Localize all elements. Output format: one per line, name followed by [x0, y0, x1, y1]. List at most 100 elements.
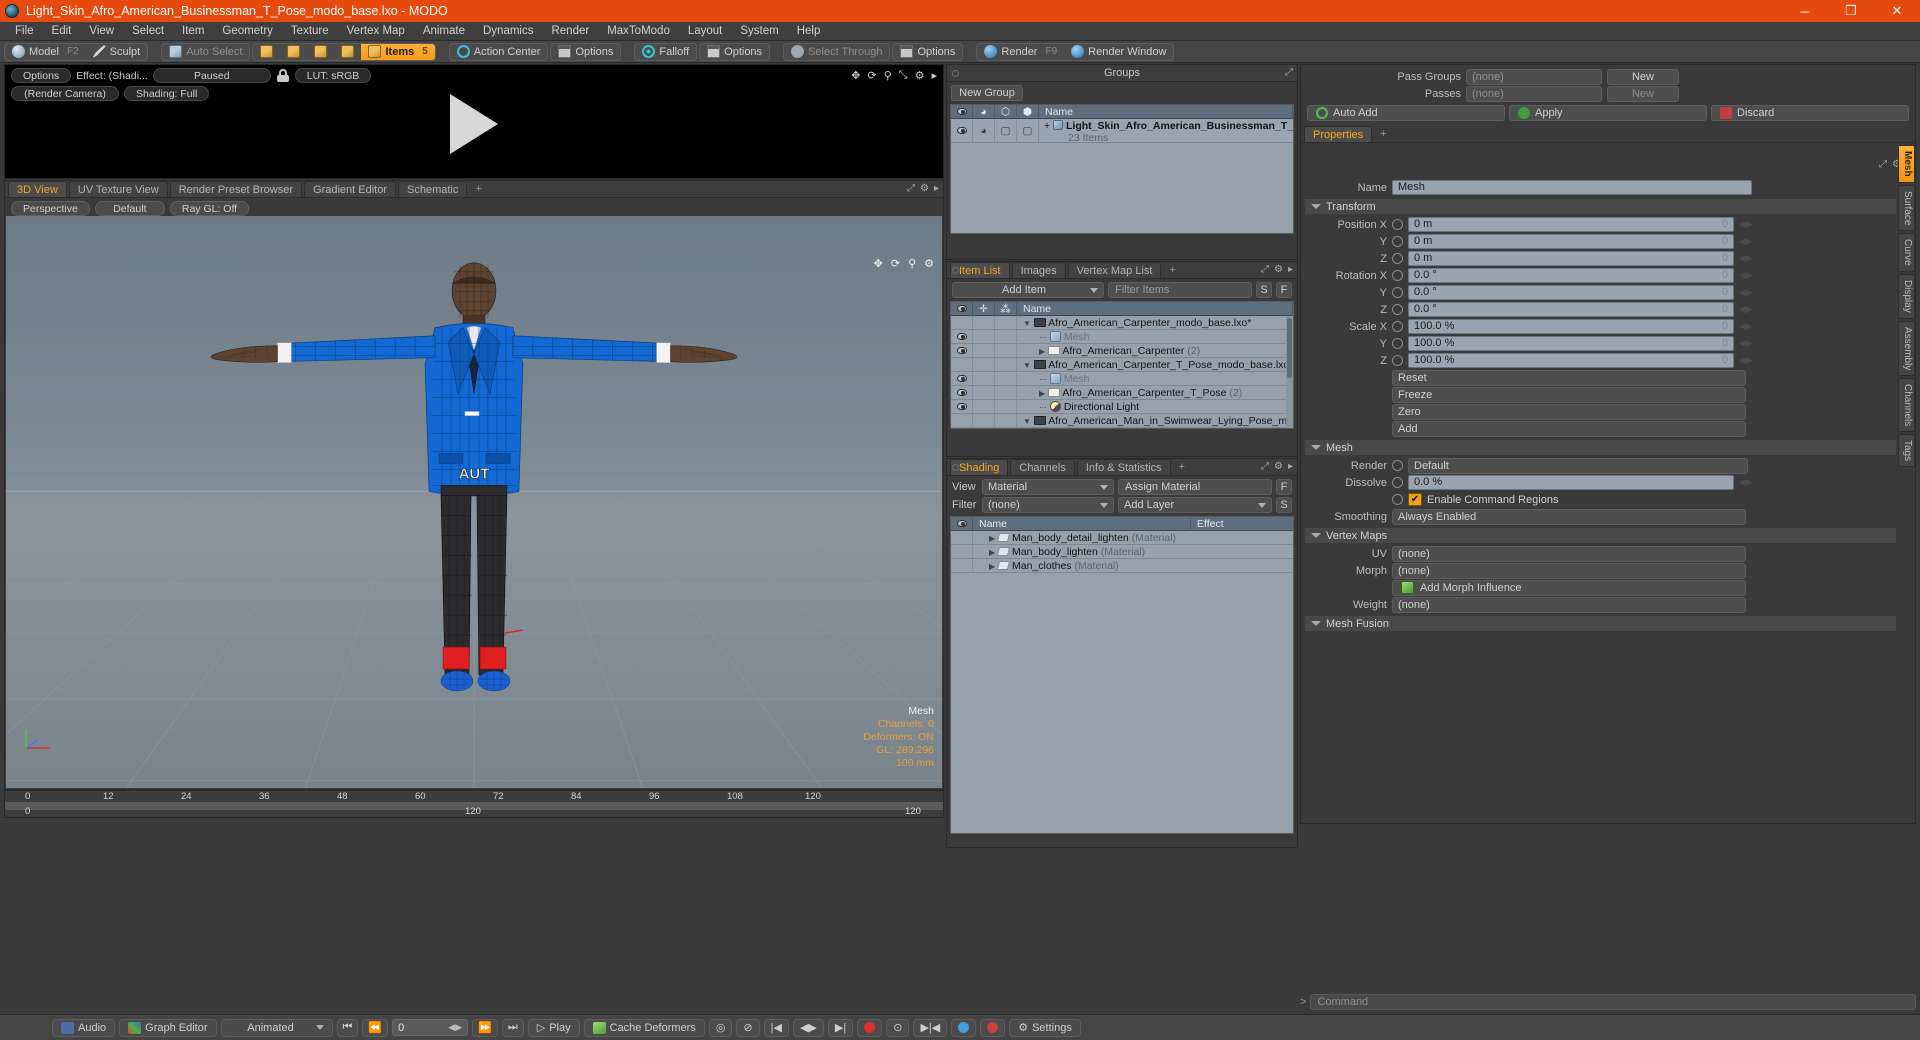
- material-caret-icon[interactable]: ▶: [989, 548, 995, 557]
- menu-item-texture[interactable]: Texture: [282, 22, 338, 41]
- side-tab-channels[interactable]: Channels: [1898, 377, 1915, 433]
- tab-gradient-editor[interactable]: Gradient Editor: [304, 181, 396, 197]
- menu-item-system[interactable]: System: [731, 22, 787, 41]
- group-expand-icon[interactable]: +: [1044, 120, 1050, 132]
- menu-item-view[interactable]: View: [80, 22, 123, 41]
- delete-key-button[interactable]: [980, 1018, 1006, 1037]
- dissolve-spinner-icon[interactable]: ◀▶: [1739, 477, 1753, 488]
- key-toggle-button[interactable]: ◀▶: [792, 1018, 824, 1037]
- position-y-spinner-icon[interactable]: ◀▶: [1739, 236, 1753, 247]
- groups-list[interactable]: ◕ ⬡ ⬢ Name ◕ ▢ ▢ + Light_Skin_Afro_American…: [950, 104, 1294, 234]
- row-shade-toggle[interactable]: ◕: [973, 118, 995, 143]
- position-x-knob-icon[interactable]: [1392, 219, 1403, 230]
- row-visibility-toggle[interactable]: [951, 385, 973, 400]
- item-list-scrollbar[interactable]: [1286, 316, 1293, 428]
- tab-schematic[interactable]: Schematic: [398, 181, 468, 197]
- viewport-3d-canvas[interactable]: AUT ✥ ⟳ ⚲ ⚙ Mesh Channels: 0 Deformers: …: [6, 216, 942, 788]
- scale-z-input[interactable]: 100.0 % 0: [1408, 353, 1734, 368]
- position-z-spinner-icon[interactable]: ◀▶: [1739, 253, 1753, 264]
- row-axis-toggle[interactable]: [995, 413, 1017, 428]
- add-dropdown[interactable]: Add: [1392, 420, 1746, 437]
- material-visibility-toggle[interactable]: [951, 558, 973, 573]
- move-tool-icon[interactable]: ✥: [851, 69, 860, 82]
- materials-mode-button[interactable]: [334, 44, 361, 60]
- viewport-ray-gl-off-button[interactable]: Ray GL: Off: [169, 201, 250, 216]
- key-mode-button[interactable]: ◎: [708, 1018, 733, 1037]
- shading-expand-icon[interactable]: ⤢: [1261, 461, 1269, 472]
- dissolve-knob-icon[interactable]: [1392, 477, 1403, 488]
- row-axis-toggle[interactable]: [995, 399, 1017, 414]
- side-tab-assembly[interactable]: Assembly: [1898, 320, 1915, 376]
- item-list-row[interactable]: ▶ Afro_American_Carpenter (2): [951, 343, 1293, 358]
- scale-y-knob-icon[interactable]: [1392, 338, 1403, 349]
- row-axis-toggle[interactable]: [995, 315, 1017, 330]
- properties-add-tab-button[interactable]: +: [1374, 126, 1392, 142]
- row-lock-toggle[interactable]: [973, 315, 995, 330]
- groups-panel-dot-icon[interactable]: [952, 70, 959, 77]
- material-effect-cell[interactable]: [1191, 559, 1293, 573]
- add-morph-influence-button[interactable]: Add Morph Influence: [1392, 579, 1746, 596]
- item-caret-icon[interactable]: ⋯: [1039, 375, 1047, 384]
- render-options-button[interactable]: Options: [11, 68, 72, 83]
- rotation-x-spinner-icon[interactable]: ◀▶: [1739, 270, 1753, 281]
- item-list-row[interactable]: ⋯ Directional Light: [951, 399, 1293, 414]
- item-list-chevron-icon[interactable]: ▸: [1288, 264, 1293, 275]
- groups-expand-icon[interactable]: ⤢: [1285, 67, 1293, 78]
- cmd-regions-knob-icon[interactable]: [1392, 494, 1403, 505]
- apply-button[interactable]: Apply: [1509, 105, 1707, 121]
- rotation-y-input[interactable]: 0.0 ° 0: [1408, 285, 1734, 300]
- row-lock-toggle[interactable]: [973, 329, 995, 344]
- item-list-row[interactable]: ▼ Afro_American_Man_in_Swimwear_Lying_Po…: [951, 413, 1293, 428]
- shading-gear-icon[interactable]: ⚙: [1274, 461, 1283, 472]
- scale-y-spinner-icon[interactable]: ◀▶: [1739, 338, 1753, 349]
- menu-item-geometry[interactable]: Geometry: [213, 22, 282, 41]
- menu-item-animate[interactable]: Animate: [414, 22, 474, 41]
- autokey-button[interactable]: ⊙: [886, 1018, 910, 1037]
- new-group-button[interactable]: New Group: [951, 85, 1023, 101]
- menu-item-vertex-map[interactable]: Vertex Map: [338, 22, 414, 41]
- tab-vertex-map-list[interactable]: Vertex Map List: [1067, 262, 1162, 278]
- scale-z-knob-icon[interactable]: [1392, 355, 1403, 366]
- businessman-t-pose-model[interactable]: AUT: [6, 216, 942, 788]
- record-button[interactable]: [857, 1018, 883, 1037]
- row-axis-toggle[interactable]: [995, 343, 1017, 358]
- menu-item-help[interactable]: Help: [788, 22, 830, 41]
- menu-item-item[interactable]: Item: [173, 22, 213, 41]
- step-forward-button[interactable]: ⏩: [472, 1018, 498, 1037]
- command-input[interactable]: Command: [1310, 994, 1916, 1010]
- row-axis-toggle[interactable]: [995, 371, 1017, 386]
- item-list-f-button[interactable]: F: [1276, 282, 1292, 298]
- tab-uv-texture-view[interactable]: UV Texture View: [68, 181, 168, 197]
- pass-groups-new-button[interactable]: New: [1607, 68, 1679, 85]
- select-through-button[interactable]: Select Through: [784, 44, 889, 60]
- render-knob-icon[interactable]: [1392, 460, 1403, 471]
- item-caret-icon[interactable]: ▶: [1039, 389, 1045, 398]
- item-list-row[interactable]: ⋯ Mesh: [951, 329, 1293, 344]
- material-caret-icon[interactable]: ▶: [989, 534, 995, 543]
- menu-item-select[interactable]: Select: [123, 22, 173, 41]
- passes-dropdown[interactable]: (none): [1466, 85, 1602, 102]
- uv-dropdown[interactable]: (none): [1392, 545, 1746, 562]
- viewport-move-icon[interactable]: ✥: [874, 257, 883, 270]
- position-x-input[interactable]: 0 m 0: [1408, 217, 1734, 232]
- side-tab-tags[interactable]: Tags: [1898, 434, 1915, 468]
- rotation-y-spinner-icon[interactable]: ◀▶: [1739, 287, 1753, 298]
- item-list-s-button[interactable]: S: [1256, 282, 1272, 298]
- viewport-rotate-icon[interactable]: ⟳: [891, 257, 900, 270]
- row-lock-toggle[interactable]: [973, 371, 995, 386]
- add-layer-dropdown[interactable]: Add Layer: [1118, 497, 1272, 513]
- action-options-button[interactable]: Options: [551, 44, 620, 60]
- item-list-panel-dot-icon[interactable]: [952, 267, 959, 274]
- go-to-end-button[interactable]: ⏭: [501, 1018, 524, 1037]
- render-camera-button[interactable]: (Render Camera): [11, 86, 119, 101]
- position-x-spinner-icon[interactable]: ◀▶: [1739, 219, 1753, 230]
- viewport-zoom-icon[interactable]: ⚲: [908, 257, 916, 270]
- items-mode-button[interactable]: Items 5: [361, 43, 435, 60]
- scale-z-spinner-icon[interactable]: ◀▶: [1739, 355, 1753, 366]
- item-caret-icon[interactable]: ▼: [1023, 417, 1031, 426]
- falloff-button[interactable]: Falloff: [635, 44, 696, 60]
- side-tab-mesh[interactable]: Mesh: [1898, 145, 1915, 183]
- close-button[interactable]: ✕: [1874, 0, 1920, 22]
- refresh-icon[interactable]: ⟳: [868, 69, 877, 82]
- rotation-y-knob-icon[interactable]: [1392, 287, 1403, 298]
